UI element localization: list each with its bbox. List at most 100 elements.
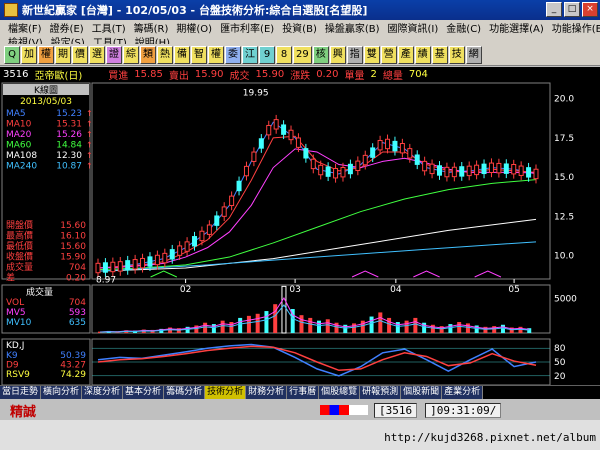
change-value: 0.20 <box>316 68 339 80</box>
volume-bar <box>352 323 357 333</box>
stat-value: 0.20 <box>66 274 86 284</box>
bottom-tab[interactable]: 研報預測 <box>360 386 402 399</box>
toolbar-button[interactable]: 熱 <box>157 45 173 64</box>
toolbar-button[interactable]: 網 <box>465 45 482 64</box>
toolbar-button[interactable]: 江 <box>242 45 258 64</box>
menu-item[interactable]: 匯市利率(E) <box>216 20 278 35</box>
vol-value: 2 <box>370 68 377 80</box>
menu-item[interactable]: 國際資訊(I) <box>384 20 443 35</box>
ma-label: MA108 <box>6 151 37 161</box>
toolbar-button[interactable]: 雙 <box>363 45 380 64</box>
bottom-tab[interactable]: 橫向分析 <box>41 386 83 399</box>
bottom-tab[interactable]: 技術分析 <box>205 386 247 399</box>
toolbar-button[interactable]: 備 <box>174 45 190 64</box>
ma-value: 14.84 <box>56 141 82 151</box>
volume-bar <box>255 313 260 333</box>
toolbar-button[interactable]: 29 <box>293 45 312 64</box>
toolbar-button[interactable]: 核 <box>312 45 329 64</box>
ma-arrow-icon: ↑ <box>86 151 93 160</box>
menu-item[interactable]: 籌碼(R) <box>130 20 173 35</box>
menu-item[interactable]: 檔案(F) <box>4 20 46 35</box>
toolbar-button[interactable]: 基 <box>431 45 448 64</box>
candle-body <box>236 180 242 192</box>
menu-row-1: 檔案(F) 證券(E) 工具(T) 籌碼(R) 期權(O) 匯市利率(E) 投資(B) 操盤贏… <box>0 20 600 35</box>
candle-body <box>407 148 413 159</box>
menu-item[interactable]: 投資(B) <box>278 20 321 35</box>
toolbar-button[interactable]: Q <box>4 45 20 64</box>
bottom-tab[interactable]: 財務分析 <box>246 386 288 399</box>
volume-bar <box>220 320 225 333</box>
bottom-tab[interactable]: 個股新聞 <box>401 386 443 399</box>
stat-label: 成交量 <box>6 261 33 273</box>
maximize-button[interactable]: □ <box>564 2 580 17</box>
toolbar-button[interactable]: 權 <box>208 45 224 64</box>
ma-arrow-icon: ↑ <box>86 130 93 139</box>
bottom-tab[interactable]: 籌碼分析 <box>164 386 206 399</box>
toolbar-button[interactable]: 產 <box>397 45 414 64</box>
app-icon <box>4 3 18 17</box>
toolbar-button[interactable]: 加 <box>21 45 37 64</box>
toolbar-button[interactable]: 8 <box>276 45 292 64</box>
close-button[interactable]: × <box>582 2 598 17</box>
toolbar-button[interactable]: 指 <box>346 45 363 64</box>
candle-body <box>303 148 309 159</box>
ma-value: 15.23 <box>56 109 82 119</box>
menu-item[interactable]: 功能操作(E) <box>548 20 600 35</box>
toolbar-button[interactable]: 價 <box>72 45 88 64</box>
toolbar-button[interactable]: 智 <box>191 45 207 64</box>
toolbar-button[interactable]: 類 <box>140 45 156 64</box>
kd-legend-value: 43.27 <box>60 361 86 371</box>
candle-body <box>511 164 517 175</box>
total-value: 704 <box>408 68 428 80</box>
ma-arrow-icon: ↑ <box>86 109 93 118</box>
toolbar-button[interactable]: 興 <box>329 45 346 64</box>
status-label: 精誠 <box>10 404 37 420</box>
candle-body <box>140 257 146 269</box>
volume-bar <box>500 324 505 333</box>
bottom-tabs: 當日走勢 橫向分析 深度分析 基本分析 籌碼分析 技術分析 財務分析 行事曆 個股總覽 研報預測個… <box>0 385 600 399</box>
menu-item[interactable]: 功能選擇(A) <box>485 20 548 35</box>
toolbar-button[interactable]: 績 <box>414 45 431 64</box>
volume-bar <box>325 319 330 333</box>
candle-body <box>258 138 264 149</box>
volume-bar <box>413 317 418 333</box>
toolbar-button[interactable]: 營 <box>380 45 397 64</box>
bottom-tab[interactable]: 產業分析 <box>442 386 484 399</box>
candle-body <box>221 206 227 217</box>
quote-name: 亞帝歐(日) <box>34 70 83 82</box>
minimize-button[interactable]: _ <box>546 2 562 17</box>
candle-body <box>414 154 420 165</box>
toolbar-button[interactable]: 委 <box>225 45 241 64</box>
bottom-tab[interactable]: 行事曆 <box>287 386 320 399</box>
candle-body <box>177 245 183 256</box>
volume-bar <box>448 324 453 333</box>
bottom-tab[interactable]: 深度分析 <box>82 386 124 399</box>
toolbar-button[interactable]: 技 <box>448 45 465 64</box>
toolbar-button[interactable]: 期 <box>55 45 71 64</box>
menu-item[interactable]: 期權(O) <box>172 20 216 35</box>
candle-body <box>385 138 391 150</box>
candle-body <box>503 163 509 174</box>
candle-body <box>295 137 301 148</box>
menu-item[interactable]: 操盤贏家(B) <box>321 20 384 35</box>
bottom-tab[interactable]: 當日走勢 <box>0 386 42 399</box>
bottom-tab[interactable]: 基本分析 <box>123 386 165 399</box>
candle-body <box>154 254 160 266</box>
toolbar-button[interactable]: 綜 <box>123 45 139 64</box>
volume-bar <box>457 322 462 333</box>
candle-body <box>110 261 116 273</box>
toolbar-button[interactable]: 權 <box>38 45 54 64</box>
kd-legend-label: RSV9 <box>6 370 30 380</box>
candle-body <box>392 140 398 152</box>
price-x-tick: 04 <box>390 285 402 295</box>
toolbar-button[interactable]: 證 <box>106 45 122 64</box>
stat-value: 15.60 <box>60 221 86 231</box>
volume-bar <box>430 324 435 333</box>
menu-item[interactable]: 金融(C) <box>442 20 485 35</box>
menu-item[interactable]: 工具(T) <box>88 20 130 35</box>
kd-y-tick: 50 <box>554 358 566 368</box>
bottom-tab[interactable]: 個股總覽 <box>319 386 361 399</box>
toolbar-button[interactable]: 選 <box>89 45 105 64</box>
menu-item[interactable]: 證券(E) <box>46 20 88 35</box>
toolbar-button[interactable]: 9 <box>259 45 275 64</box>
